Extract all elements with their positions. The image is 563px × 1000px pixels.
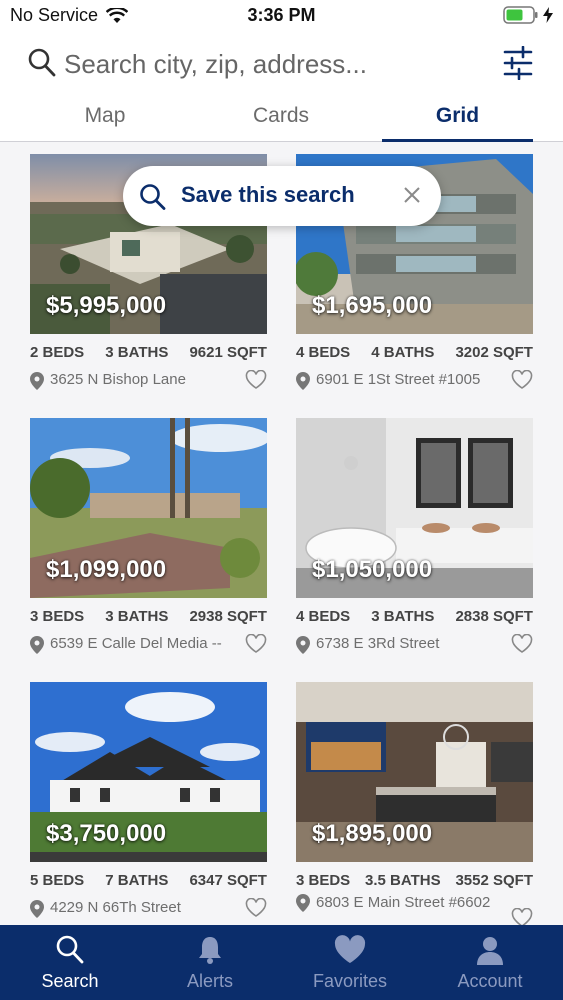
save-search-label: Save this search (181, 182, 355, 207)
listing-price: $3,750,000 (46, 820, 167, 847)
listing-address-row: 6539 E Calle Del Media -- (30, 634, 267, 658)
location-pin-icon (296, 372, 310, 390)
listings-grid: $5,995,000 2 BEDS 3 BATHS 9621 SQFT 3625… (0, 142, 563, 925)
favorite-heart-icon[interactable] (245, 634, 267, 654)
listing-specs: 4 BEDS 3 BATHS 2838 SQFT (296, 608, 533, 625)
listing-price: $1,050,000 (312, 556, 433, 583)
nav-search[interactable]: Search (0, 925, 140, 1000)
favorite-heart-icon[interactable] (511, 634, 533, 654)
listing-beds: 2 BEDS (30, 344, 85, 361)
bottom-nav: Search Alerts Favorites Account (0, 925, 563, 1000)
filter-sliders-icon[interactable] (503, 46, 533, 80)
listing-card[interactable]: $3,750,000 5 BEDS 7 BATHS 6347 SQFT 4229… (30, 682, 267, 925)
nav-alerts[interactable]: Alerts (140, 925, 280, 1000)
listing-sqft: 3552 SQFT (455, 872, 533, 889)
listing-price: $5,995,000 (46, 292, 167, 319)
listing-address: 6539 E Calle Del Media -- (50, 635, 222, 652)
nav-favorites[interactable]: Favorites (280, 925, 420, 1000)
listing-specs: 3 BEDS 3.5 BATHS 3552 SQFT (296, 872, 533, 889)
listing-address: 4229 N 66Th Street (50, 899, 181, 916)
tab-cards-label: Cards (252, 104, 310, 127)
listing-photo: $1,050,000 (296, 418, 533, 598)
listing-beds: 3 BEDS (30, 608, 85, 625)
listing-price: $1,099,000 (46, 556, 167, 583)
nav-account-label: Account (457, 971, 523, 991)
listing-address-row: 4229 N 66Th Street (30, 898, 267, 922)
listing-price: $1,895,000 (312, 820, 433, 847)
tab-map[interactable]: Map (60, 104, 150, 142)
status-time: 3:36 PM (247, 5, 316, 25)
listing-address: 6901 E 1St Street #1005 (316, 371, 481, 388)
listing-baths: 4 BATHS (371, 344, 435, 361)
listing-address-row: 3625 N Bishop Lane (30, 370, 267, 394)
listing-sqft: 6347 SQFT (189, 872, 267, 889)
favorite-heart-icon[interactable] (245, 370, 267, 390)
listing-card[interactable]: $1,895,000 3 BEDS 3.5 BATHS 3552 SQFT 68… (296, 682, 533, 925)
location-pin-icon (296, 636, 310, 654)
location-pin-icon (30, 372, 44, 390)
listing-card[interactable]: $1,050,000 4 BEDS 3 BATHS 2838 SQFT 6738… (296, 418, 533, 668)
search-icon (56, 935, 84, 964)
listing-photo: $3,750,000 (30, 682, 267, 862)
close-icon[interactable] (403, 186, 421, 204)
listing-sqft: 3202 SQFT (455, 344, 533, 361)
listing-photo: $1,099,000 (30, 418, 267, 598)
listing-specs: 3 BEDS 3 BATHS 2938 SQFT (30, 608, 267, 625)
nav-account[interactable]: Account (420, 925, 560, 1000)
listing-address: 6803 E Main Street #6602 (316, 894, 491, 911)
listing-beds: 5 BEDS (30, 872, 85, 889)
listing-sqft: 2938 SQFT (189, 608, 267, 625)
listing-baths: 3 BATHS (105, 608, 169, 625)
tab-map-label: Map (84, 104, 126, 127)
location-pin-icon (30, 900, 44, 918)
nav-alerts-label: Alerts (186, 971, 233, 991)
listing-sqft: 9621 SQFT (189, 344, 267, 361)
listing-card[interactable]: $1,099,000 3 BEDS 3 BATHS 2938 SQFT 6539… (30, 418, 267, 668)
search-icon (140, 184, 166, 210)
location-pin-icon (296, 894, 310, 912)
nav-favorites-label: Favorites (312, 971, 388, 991)
listing-address-row: 6738 E 3Rd Street (296, 634, 533, 658)
location-pin-icon (30, 636, 44, 654)
tab-grid[interactable]: Grid (382, 104, 533, 142)
listing-baths: 3.5 BATHS (365, 872, 441, 889)
charging-icon (543, 7, 553, 23)
listing-address-row: 6901 E 1St Street #1005 (296, 370, 533, 394)
person-icon (477, 937, 503, 965)
heart-icon (334, 935, 366, 963)
view-tabs: Map Cards Grid (0, 98, 563, 142)
status-right (503, 6, 553, 24)
listing-beds: 4 BEDS (296, 608, 351, 625)
listing-baths: 3 BATHS (371, 608, 435, 625)
listing-baths: 7 BATHS (105, 872, 169, 889)
listing-photo: $1,895,000 (296, 682, 533, 862)
listing-address: 6738 E 3Rd Street (316, 635, 440, 652)
listing-beds: 4 BEDS (296, 344, 351, 361)
listing-address-row: 6803 E Main Street #6602 (296, 894, 533, 925)
listing-address: 3625 N Bishop Lane (50, 371, 186, 388)
listing-specs: 4 BEDS 4 BATHS 3202 SQFT (296, 344, 533, 361)
tab-grid-label: Grid (435, 104, 480, 127)
bell-icon (199, 937, 221, 964)
listing-specs: 5 BEDS 7 BATHS 6347 SQFT (30, 872, 267, 889)
search-input[interactable] (64, 46, 464, 82)
listing-baths: 3 BATHS (105, 344, 169, 361)
listing-price: $1,695,000 (312, 292, 433, 319)
search-icon (28, 48, 56, 77)
listing-sqft: 2838 SQFT (455, 608, 533, 625)
search-header (0, 34, 563, 98)
status-bar: No Service 3:36 PM (0, 0, 563, 34)
favorite-heart-icon[interactable] (511, 370, 533, 390)
tab-cards[interactable]: Cards (230, 104, 332, 142)
listing-beds: 3 BEDS (296, 872, 351, 889)
favorite-heart-icon[interactable] (511, 908, 533, 925)
save-search-button[interactable]: Save this search (123, 166, 441, 226)
favorite-heart-icon[interactable] (245, 898, 267, 918)
battery-icon (503, 6, 538, 24)
listing-specs: 2 BEDS 3 BATHS 9621 SQFT (30, 344, 267, 361)
nav-search-label: Search (41, 971, 99, 991)
